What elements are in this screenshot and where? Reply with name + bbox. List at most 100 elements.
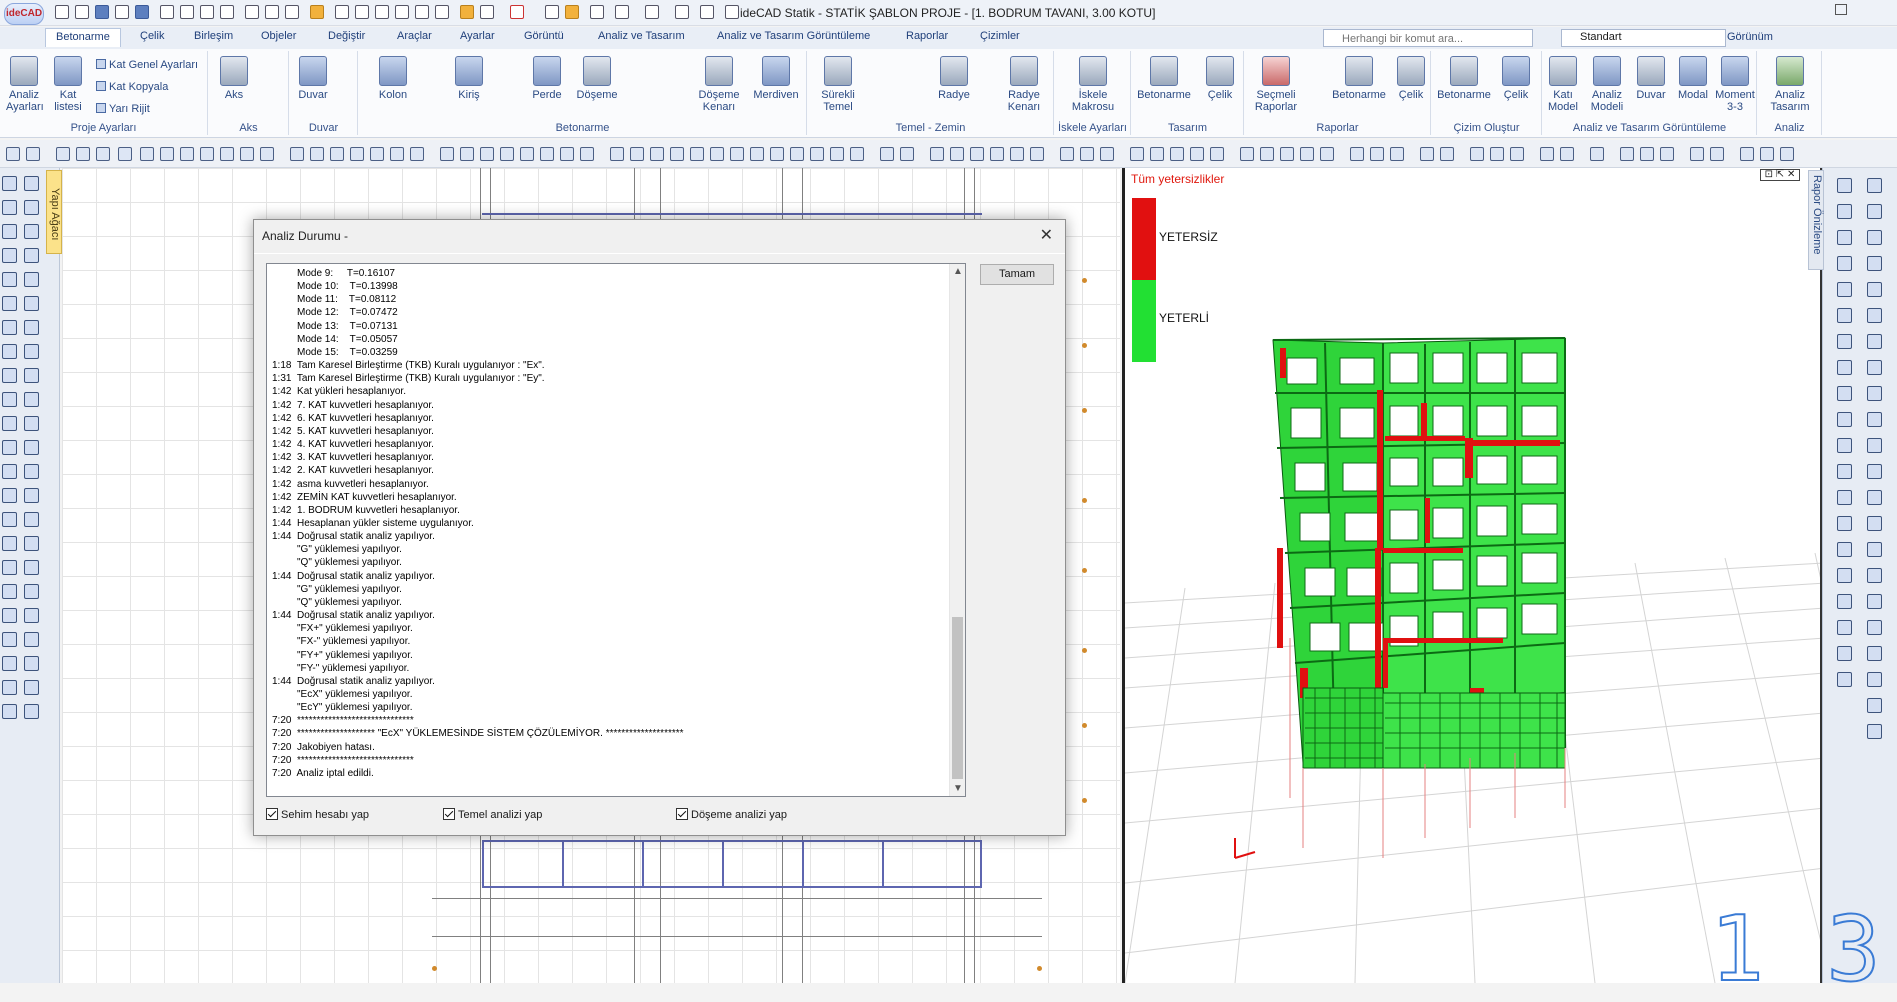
opening-icon[interactable]	[2, 296, 17, 311]
midpoint-icon[interactable]	[1280, 147, 1294, 161]
layers-icon[interactable]	[1867, 178, 1882, 193]
extend-icon[interactable]	[2, 488, 17, 503]
3d-view[interactable]: Tüm yetersizlikler YETERSİZ YETERLİ	[1122, 168, 1822, 983]
trim-icon[interactable]	[1837, 490, 1852, 505]
footing-icon[interactable]	[1867, 282, 1882, 297]
leader-icon[interactable]	[790, 147, 804, 161]
tab-cizimler[interactable]: Çizimler	[980, 30, 1020, 42]
settings-icon[interactable]	[1867, 698, 1882, 713]
help-icon[interactable]	[1440, 147, 1454, 161]
properties-icon[interactable]	[520, 147, 534, 161]
modal-button[interactable]: Modal	[1675, 56, 1711, 101]
rapor-onizleme-panel-tab[interactable]: Rapor Önizleme	[1808, 170, 1824, 270]
render-icon[interactable]	[970, 147, 984, 161]
pencil-icon[interactable]	[460, 5, 474, 19]
pan-icon[interactable]	[1867, 568, 1882, 583]
copy-icon[interactable]	[1837, 438, 1852, 453]
move-icon[interactable]	[1867, 412, 1882, 427]
view-menu[interactable]: Görünüm	[1727, 31, 1773, 43]
slab-icon[interactable]	[1100, 147, 1114, 161]
node-icon[interactable]	[1320, 147, 1334, 161]
window-icon[interactable]	[2, 320, 17, 335]
insert-icon[interactable]	[830, 147, 844, 161]
line-icon[interactable]	[630, 147, 644, 161]
rapor-celik-button[interactable]: Çelik	[1393, 56, 1429, 101]
slab-icon[interactable]	[1837, 256, 1852, 271]
chart-icon[interactable]	[1490, 147, 1504, 161]
box-icon[interactable]	[615, 5, 629, 19]
window-select-icon[interactable]	[500, 147, 514, 161]
3d-view-icon[interactable]	[1837, 594, 1852, 609]
render-icon[interactable]	[1867, 594, 1882, 609]
yapi-agaci-panel-tab[interactable]: Yapı Ağacı	[46, 170, 62, 254]
doseme-kenari-button[interactable]: Döşeme Kenarı	[697, 56, 741, 113]
report-icon[interactable]	[1837, 646, 1852, 661]
door-icon[interactable]	[24, 296, 39, 311]
analysis-log[interactable]: Mode 9: T=0.16107 Mode 10: T=0.13998 Mod…	[266, 263, 966, 797]
zoom-icon[interactable]	[1837, 568, 1852, 583]
polar-icon[interactable]	[1170, 147, 1184, 161]
circle-icon[interactable]	[590, 5, 604, 19]
measure-icon[interactable]	[2, 560, 17, 575]
orbit-icon[interactable]	[990, 147, 1004, 161]
scrollbar-thumb[interactable]	[952, 617, 963, 779]
window-icon[interactable]	[1620, 147, 1634, 161]
brush-icon[interactable]	[700, 5, 714, 19]
snap-icon[interactable]	[24, 536, 39, 551]
duvar-button[interactable]: Duvar	[296, 56, 330, 101]
layers-icon[interactable]	[220, 5, 234, 19]
select-icon[interactable]	[480, 147, 494, 161]
arc-icon[interactable]	[2, 392, 17, 407]
undo-icon[interactable]	[245, 5, 259, 19]
circle-icon[interactable]	[1837, 412, 1852, 427]
cizim-celik-button[interactable]: Çelik	[1498, 56, 1534, 101]
doseme-analizi-checkbox[interactable]: Döşeme analizi yap	[676, 808, 787, 821]
log-scrollbar[interactable]: ▲ ▼	[949, 264, 965, 796]
moment-button[interactable]: Moment 3-3	[1715, 56, 1755, 113]
checkbox-checked-icon[interactable]	[266, 808, 278, 820]
kati-model-button[interactable]: Katı Model	[1545, 56, 1581, 113]
radye-kenari-button[interactable]: Radye Kenarı	[1002, 56, 1046, 113]
sehim-checkbox[interactable]: Sehim hesabı yap	[266, 808, 369, 821]
function-icon[interactable]	[675, 5, 689, 19]
info-icon[interactable]	[1760, 147, 1774, 161]
move-icon[interactable]	[160, 147, 174, 161]
rapor-betonarme-button[interactable]: Betonarme	[1329, 56, 1389, 101]
grid-icon[interactable]	[2, 536, 17, 551]
measure-icon[interactable]	[1867, 542, 1882, 557]
analiz-modeli-button[interactable]: Analiz Modeli	[1587, 56, 1627, 113]
atg-duvar-button[interactable]: Duvar	[1633, 56, 1669, 101]
tab-objeler[interactable]: Objeler	[261, 30, 296, 42]
trim-icon[interactable]	[290, 147, 304, 161]
perde-button[interactable]: Perde	[529, 56, 565, 101]
snap-icon[interactable]	[355, 5, 369, 19]
stairs-icon[interactable]	[1837, 282, 1852, 297]
section-icon[interactable]	[2, 632, 17, 647]
tab-goruntu[interactable]: Görüntü	[524, 30, 564, 42]
zoom-icon[interactable]	[6, 147, 20, 161]
tasarim-betonarme-button[interactable]: Betonarme	[1134, 56, 1194, 101]
axis-icon[interactable]	[24, 272, 39, 287]
table-icon[interactable]	[2, 680, 17, 695]
print-icon[interactable]	[1867, 646, 1882, 661]
close-icon[interactable]	[1780, 147, 1794, 161]
zoom-icon[interactable]	[2, 584, 17, 599]
spline-icon[interactable]	[730, 147, 744, 161]
layer-icon[interactable]	[2, 512, 17, 527]
dimension-icon[interactable]	[1867, 334, 1882, 349]
break-icon[interactable]	[350, 147, 364, 161]
help-icon[interactable]	[24, 704, 39, 719]
new-file-icon[interactable]	[55, 5, 69, 19]
tab-betonarme[interactable]: Betonarme	[45, 28, 121, 47]
table-icon[interactable]	[1470, 147, 1484, 161]
tasarim-celik-button[interactable]: Çelik	[1202, 56, 1238, 101]
scroll-up-icon[interactable]: ▲	[953, 266, 963, 277]
text-icon[interactable]	[24, 344, 39, 359]
surekli-temel-button[interactable]: Sürekli Temel	[818, 56, 858, 113]
load-icon[interactable]	[1837, 334, 1852, 349]
print-preview-icon[interactable]	[200, 5, 214, 19]
cross-icon[interactable]	[1240, 147, 1254, 161]
settings-icon[interactable]	[2, 704, 17, 719]
arc-icon[interactable]	[650, 147, 664, 161]
snap-icon[interactable]	[1130, 147, 1144, 161]
